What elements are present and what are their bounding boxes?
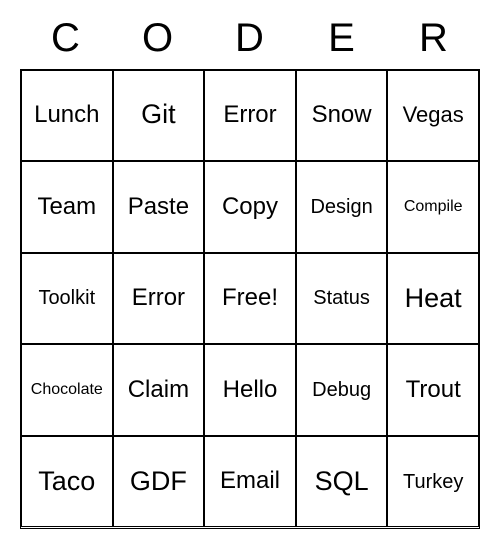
- bingo-cell-text: Hello: [223, 377, 278, 403]
- bingo-cell-7[interactable]: Copy: [204, 161, 296, 253]
- bingo-cell-text: Debug: [312, 379, 371, 401]
- bingo-cell-text: Error: [223, 102, 276, 128]
- bingo-cell-22[interactable]: Email: [204, 436, 296, 528]
- header-col-2: D: [204, 16, 296, 61]
- bingo-cell-text: Error: [132, 285, 185, 311]
- bingo-cell-text: Compile: [404, 198, 463, 216]
- bingo-cell-text: SQL: [315, 467, 369, 497]
- bingo-cell-17[interactable]: Hello: [204, 344, 296, 436]
- bingo-cell-4[interactable]: Vegas: [387, 70, 479, 162]
- bingo-cell-15[interactable]: Chocolate: [21, 344, 113, 436]
- bingo-cell-8[interactable]: Design: [296, 161, 388, 253]
- bingo-cell-text: Free!: [222, 285, 278, 311]
- bingo-cell-24[interactable]: Turkey: [387, 436, 479, 528]
- bingo-cell-text: Snow: [312, 102, 372, 128]
- header-letter: O: [142, 16, 174, 60]
- header-letter: E: [328, 16, 356, 60]
- bingo-cell-text: Git: [141, 100, 176, 130]
- bingo-cell-0[interactable]: Lunch: [21, 70, 113, 162]
- header-col-4: R: [388, 16, 480, 61]
- bingo-cell-text: Lunch: [34, 102, 99, 128]
- bingo-cell-2[interactable]: Error: [204, 70, 296, 162]
- bingo-grid: Lunch Git Error Snow Vegas Team Paste Copy Desig…: [20, 69, 480, 529]
- bingo-cell-text: Paste: [128, 194, 189, 220]
- bingo-cell-20[interactable]: Taco: [21, 436, 113, 528]
- bingo-cell-6[interactable]: Paste: [113, 161, 205, 253]
- bingo-cell-14[interactable]: Heat: [387, 253, 479, 345]
- header-letter: D: [235, 16, 265, 60]
- bingo-cell-9[interactable]: Compile: [387, 161, 479, 253]
- bingo-cell-text: Toolkit: [38, 287, 95, 309]
- bingo-cell-21[interactable]: GDF: [113, 436, 205, 528]
- bingo-cell-text: Copy: [222, 194, 278, 220]
- bingo-cell-text: Heat: [405, 284, 462, 314]
- bingo-cell-text: Vegas: [403, 103, 464, 127]
- bingo-cell-13[interactable]: Status: [296, 253, 388, 345]
- header-col-1: O: [112, 16, 204, 61]
- bingo-cell-text: Design: [310, 196, 372, 218]
- header-col-0: C: [20, 16, 112, 61]
- bingo-cell-23[interactable]: SQL: [296, 436, 388, 528]
- header-letter: C: [51, 16, 81, 60]
- bingo-cell-19[interactable]: Trout: [387, 344, 479, 436]
- bingo-cell-text: Claim: [128, 377, 189, 403]
- bingo-cell-text: Turkey: [403, 471, 463, 493]
- bingo-cell-18[interactable]: Debug: [296, 344, 388, 436]
- bingo-cell-text: Status: [313, 287, 370, 309]
- bingo-cell-text: Team: [37, 194, 96, 220]
- bingo-cell-12[interactable]: Free!: [204, 253, 296, 345]
- bingo-cell-text: Taco: [38, 467, 95, 497]
- bingo-header-row: C O D E R: [20, 16, 480, 61]
- bingo-card: C O D E R Lunch Git Error Snow Vegas Team Past…: [20, 16, 480, 529]
- header-col-3: E: [296, 16, 388, 61]
- bingo-cell-10[interactable]: Toolkit: [21, 253, 113, 345]
- bingo-cell-11[interactable]: Error: [113, 253, 205, 345]
- bingo-cell-text: GDF: [130, 467, 187, 497]
- header-letter: R: [419, 16, 449, 60]
- bingo-cell-16[interactable]: Claim: [113, 344, 205, 436]
- bingo-cell-text: Trout: [406, 377, 461, 403]
- bingo-cell-3[interactable]: Snow: [296, 70, 388, 162]
- bingo-cell-1[interactable]: Git: [113, 70, 205, 162]
- bingo-cell-text: Email: [220, 468, 280, 494]
- bingo-cell-text: Chocolate: [31, 381, 103, 399]
- bingo-cell-5[interactable]: Team: [21, 161, 113, 253]
